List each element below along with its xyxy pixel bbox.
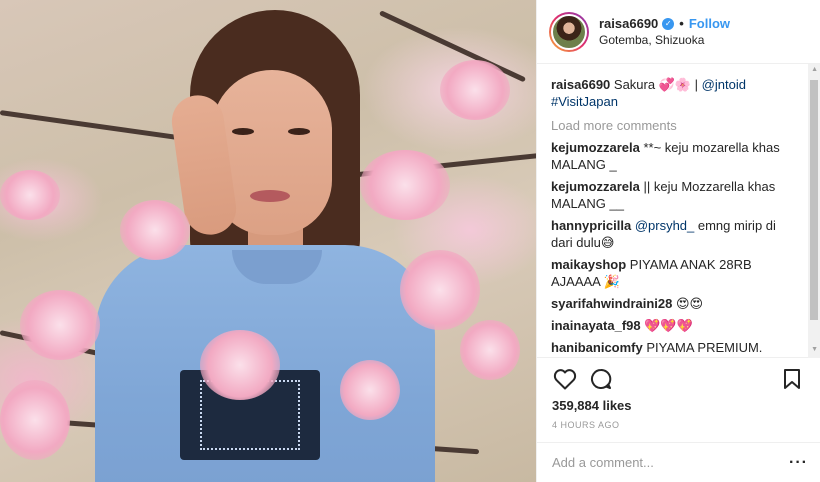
caption-hashtag[interactable]: #VisitJapan [551,94,618,109]
comment-item: inainayata_f98 💖💖💖 [551,317,801,334]
separator-dot: • [679,15,684,31]
caption-mention[interactable]: @jntoid [702,77,746,92]
scroll-up-arrow-icon[interactable]: ▲ [811,66,818,73]
more-options-icon[interactable]: ··· [789,454,808,472]
comment-username[interactable]: hannypricilla [551,218,631,233]
comment-text: 💖💖💖 [640,318,693,333]
add-comment-input[interactable] [552,455,790,470]
blossom-decor [120,200,190,260]
action-bar [551,364,806,394]
comment-username[interactable]: kejumozzarela [551,179,640,194]
load-more-comments-button[interactable]: Load more comments [551,118,820,133]
blossom-decor [0,380,70,460]
comment-username[interactable]: inainayata_f98 [551,318,641,333]
blossom-decor [440,60,510,120]
verified-badge-icon: ✓ [662,17,675,30]
comment-username[interactable]: kejumozzarela [551,140,640,155]
comment-item: maikayshop PIYAMA ANAK 28RB AJAAAA 🎉 [551,256,801,290]
comment-item: kejumozzarela **~ keju mozarella khas MA… [551,139,801,173]
caption: raisa6690 Sakura 💞🌸 | @jntoid #VisitJapa… [551,76,801,110]
blossom-decor [360,150,450,220]
comment-item: hanibanicomfy PIYAMA PREMIUM. CANTIK, LE… [551,339,801,357]
likes-count[interactable]: 359,884 likes [552,398,632,413]
caption-text: Sakura 💞🌸 | [610,77,702,92]
instagram-post: raisa6690 ✓ • Follow Gotemba, Shizuoka r… [0,0,820,482]
location-link[interactable]: Gotemba, Shizuoka [599,32,730,48]
scrollbar-thumb[interactable] [810,80,818,320]
comment-item: syarifahwindraini28 😍😍 [551,295,801,312]
add-comment-bar: ··· [536,442,820,482]
blossom-decor [20,290,100,360]
scroll-down-arrow-icon[interactable]: ▼ [811,346,818,353]
caption-username[interactable]: raisa6690 [551,77,610,92]
comment-item: hannypricilla @prsyhd_ emng mirip di dar… [551,217,801,251]
comment-bubble-icon[interactable] [587,365,615,393]
follow-button[interactable]: Follow [689,16,730,32]
post-photo[interactable] [0,0,536,482]
blossom-decor [340,360,400,420]
comments-list[interactable]: raisa6690 Sakura 💞🌸 | @jntoid #VisitJapa… [537,64,820,358]
comment-username[interactable]: syarifahwindraini28 [551,296,672,311]
blossom-decor [400,250,480,330]
avatar[interactable] [549,11,589,52]
blossom-decor [0,170,60,220]
lips [250,190,290,202]
comment-item: kejumozzarela || keju Mozzarella khas MA… [551,178,801,212]
like-heart-icon[interactable] [551,365,579,393]
blossom-decor [460,320,520,380]
eye-left [232,128,254,135]
comment-mention[interactable]: @prsyhd_ [631,218,694,233]
eye-right [288,128,310,135]
bookmark-icon[interactable] [778,365,806,393]
comment-text: 😍😍 [672,296,704,311]
post-header: raisa6690 ✓ • Follow Gotemba, Shizuoka [537,0,820,64]
post-timestamp[interactable]: 4 HOURS AGO [552,420,620,430]
header-username[interactable]: raisa6690 [599,16,658,32]
blossom-decor [200,330,280,400]
comment-username[interactable]: maikayshop [551,257,626,272]
comment-username[interactable]: hanibanicomfy [551,340,643,355]
